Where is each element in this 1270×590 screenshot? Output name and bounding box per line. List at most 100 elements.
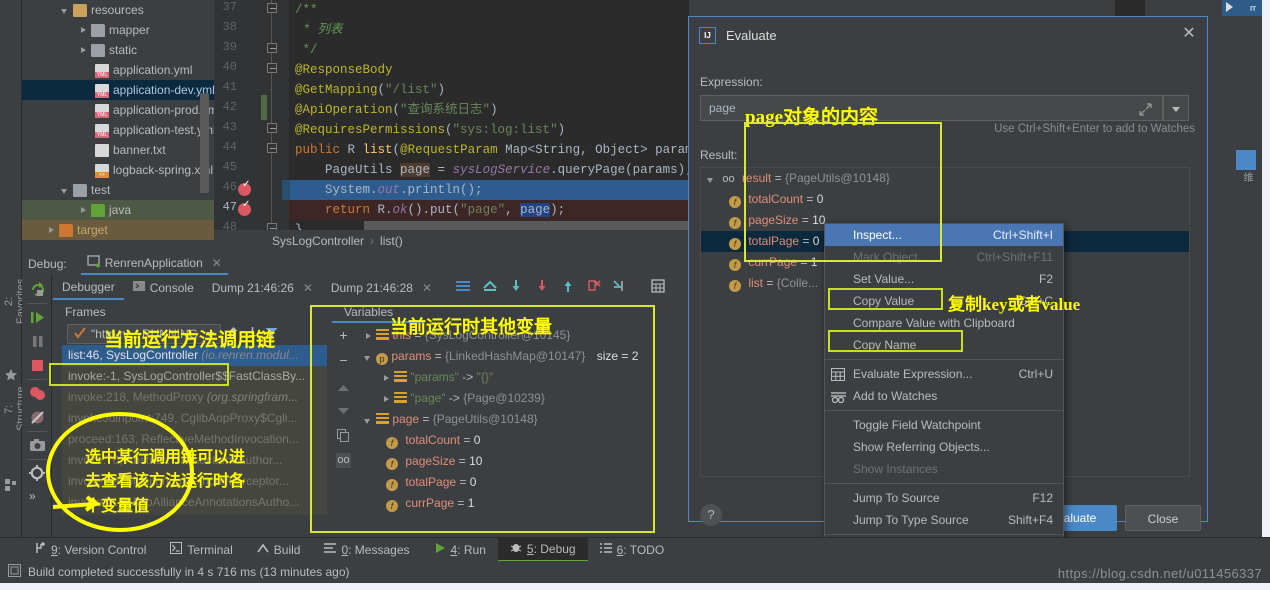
bottom-tab-build[interactable]: Build <box>245 538 313 562</box>
tab-debugger[interactable]: Debugger <box>53 275 124 300</box>
menu-item-add-to-watches[interactable]: Add to Watches <box>825 385 1063 407</box>
tree-item-target[interactable]: target <box>22 220 214 240</box>
right-stripe-label[interactable]: 维 <box>1238 172 1254 220</box>
tab-console[interactable]: Console <box>124 275 203 300</box>
menu-item-evaluate-expression[interactable]: Evaluate Expression... Ctrl+U <box>825 363 1063 385</box>
tree-item-resources[interactable]: resources <box>22 0 214 20</box>
tree-item-mapper[interactable]: mapper <box>22 20 214 40</box>
project-tree-scrollbar[interactable] <box>200 93 209 193</box>
fold-toggle-icon[interactable] <box>267 3 277 13</box>
bottom-tab-debug[interactable]: 5: Debug <box>497 537 588 562</box>
bottom-tab-todo[interactable]: 6: TODO <box>588 538 677 562</box>
tree-item-label: application-dev.yml <box>113 83 214 97</box>
step-over-icon[interactable] <box>503 280 529 295</box>
close-icon[interactable]: ✕ <box>1181 26 1197 43</box>
context-menu[interactable]: Inspect... Ctrl+Shift+I Mark Object... C… <box>824 223 1064 590</box>
intellij-logo-icon: IJ <box>699 26 716 44</box>
close-button[interactable]: Close <box>1125 505 1201 531</box>
chevron-right-icon[interactable] <box>46 225 57 236</box>
close-icon[interactable]: ✕ <box>422 281 432 295</box>
menu-separator <box>825 410 1063 411</box>
close-icon[interactable]: ✕ <box>212 256 222 270</box>
fold-toggle-icon[interactable] <box>267 63 277 73</box>
tree-item-java[interactable]: java <box>22 200 214 220</box>
right-stripe-badge[interactable] <box>1236 150 1256 170</box>
fold-toggle-icon[interactable] <box>267 123 277 133</box>
bottom-tab-messages[interactable]: 0: Messages <box>312 538 421 562</box>
chevron-right-icon[interactable] <box>78 25 89 36</box>
menu-item-set-value[interactable]: Set Value... F2 <box>825 268 1063 290</box>
folder-resources-icon <box>73 3 87 17</box>
code-editor[interactable]: 37 38 39 40 41 42 43 44 45 46 47 48 /** <box>214 0 689 230</box>
project-tree[interactable]: resources mapper static application.yml … <box>22 0 214 245</box>
breadcrumb[interactable]: SysLogController › list() <box>214 230 689 252</box>
rerun-icon[interactable] <box>29 281 46 298</box>
tree-item-application-test-yml[interactable]: application-test.yml <box>22 120 214 140</box>
breadcrumb-method[interactable]: list() <box>380 234 403 248</box>
mute-breakpoints-icon[interactable] <box>29 409 46 426</box>
tree-item-application-prod-yml[interactable]: application-prod.yml <box>22 100 214 120</box>
line-number: 45 <box>222 160 237 174</box>
bottom-tab-run[interactable]: 4: Run <box>422 538 498 562</box>
fold-toggle-icon[interactable] <box>267 43 277 53</box>
gear-icon[interactable] <box>29 465 46 482</box>
force-step-icon[interactable] <box>581 280 607 295</box>
pause-program-icon[interactable] <box>29 333 46 350</box>
line-number-current: 47 <box>222 200 237 214</box>
annotation-frame-desc-2: 去查看该方法运行时各 <box>85 473 246 490</box>
menu-item-jump-to-type-source[interactable]: Jump To Type Source Shift+F4 <box>825 509 1063 531</box>
tree-item-banner-txt[interactable]: banner.txt <box>22 140 214 160</box>
menu-item-jump-to-source[interactable]: Jump To Source F12 <box>825 487 1063 509</box>
tab-dump-1[interactable]: Dump 21:46:26 ✕ <box>203 275 322 300</box>
show-execution-point-icon[interactable] <box>477 280 503 295</box>
view-breakpoints-icon[interactable] <box>29 385 46 402</box>
field-icon: f <box>729 217 741 229</box>
evaluate-expression-icon[interactable] <box>645 279 671 296</box>
watch-hint-text: Use Ctrl+Shift+Enter to add to Watches <box>994 123 1195 135</box>
camera-icon[interactable] <box>29 437 46 454</box>
tree-item-logback-spring-xml[interactable]: logback-spring.xml <box>22 160 214 180</box>
expression-history-dropdown[interactable] <box>1163 95 1189 121</box>
help-button[interactable]: ? <box>700 504 722 526</box>
editor-horizontal-scrollbar[interactable] <box>364 221 689 230</box>
step-out-icon[interactable] <box>555 280 581 295</box>
chevron-right-icon[interactable] <box>78 205 89 216</box>
tree-item-label: target <box>77 223 108 237</box>
tab-dump-2[interactable]: Dump 21:46:28 ✕ <box>322 275 441 300</box>
menu-item-show-referring-objects[interactable]: Show Referring Objects... <box>825 436 1063 458</box>
run-icon[interactable] <box>1226 2 1233 12</box>
tree-item-application-dev-yml[interactable]: application-dev.yml <box>22 80 214 100</box>
tree-item-static[interactable]: static <box>22 40 214 60</box>
tree-item-label: application-test.yml <box>113 123 214 137</box>
menu-label: Add to Watches <box>853 389 938 403</box>
bottom-tab-terminal[interactable]: Terminal <box>158 538 244 562</box>
tree-item-application-yml[interactable]: application.yml <box>22 60 214 80</box>
layout-settings-icon[interactable] <box>449 280 477 295</box>
expand-editor-icon[interactable] <box>1139 103 1152 119</box>
chevron-right-icon[interactable] <box>78 45 89 56</box>
breakpoint-icon[interactable] <box>238 199 251 216</box>
breadcrumb-class[interactable]: SysLogController <box>272 234 364 248</box>
project-badge: rr <box>1246 0 1260 16</box>
tree-item-test[interactable]: test <box>22 180 214 200</box>
fold-toggle-icon[interactable] <box>267 143 277 153</box>
fold-toggle-icon[interactable] <box>267 223 277 230</box>
run-to-cursor-icon[interactable] <box>607 280 633 295</box>
star-icon <box>4 368 18 382</box>
close-icon[interactable]: ✕ <box>303 281 313 295</box>
code-text[interactable]: /** * 列表 */ @ResponseBody @GetMapping("/… <box>289 0 689 230</box>
resume-program-icon[interactable] <box>29 309 46 326</box>
bottom-tab-version-control[interactable]: 9: Version Control <box>22 538 158 562</box>
editor-gutter[interactable]: 37 38 39 40 41 42 43 44 45 46 47 48 <box>214 0 289 230</box>
application-icon <box>87 254 100 271</box>
stop-program-icon[interactable] <box>29 357 46 374</box>
chevron-down-icon[interactable] <box>60 185 71 196</box>
evaluate-icon <box>831 367 846 381</box>
debug-config-tab[interactable]: RenrenApplication ✕ <box>80 252 228 275</box>
debug-label: Debug: <box>28 256 67 271</box>
breakpoint-icon[interactable] <box>238 179 251 196</box>
more-actions-icon[interactable]: » <box>29 489 46 506</box>
step-into-icon[interactable] <box>529 280 555 295</box>
chevron-down-icon[interactable] <box>60 5 71 16</box>
menu-item-toggle-field-watchpoint[interactable]: Toggle Field Watchpoint <box>825 414 1063 436</box>
